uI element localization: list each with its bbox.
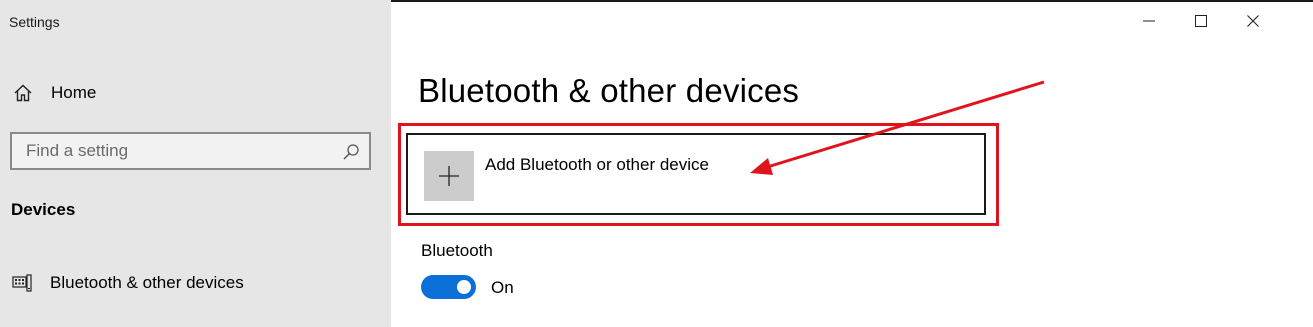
plus-icon (439, 166, 459, 186)
bluetooth-devices-icon (12, 273, 32, 293)
home-icon (13, 83, 33, 103)
maximize-button[interactable] (1181, 6, 1221, 36)
search-icon[interactable] (342, 143, 360, 161)
toggle-state-label: On (491, 278, 514, 297)
sidebar-item-bluetooth[interactable]: Bluetooth & other devices (0, 268, 391, 300)
sidebar-item-label: Home (51, 83, 97, 102)
toggle-knob (457, 280, 471, 294)
section-header: Devices (11, 200, 76, 219)
close-icon (1247, 15, 1259, 27)
bluetooth-label: Bluetooth (421, 241, 493, 260)
minimize-button[interactable] (1129, 6, 1169, 36)
sidebar: Settings Home Devices (0, 0, 391, 327)
page-title: Bluetooth & other devices (418, 72, 800, 109)
add-device-label: Add Bluetooth or other device (485, 155, 709, 174)
maximize-icon (1195, 15, 1207, 27)
bluetooth-toggle[interactable] (421, 275, 476, 299)
app-title: Settings (9, 14, 60, 30)
search-box[interactable] (10, 132, 371, 170)
close-button[interactable] (1233, 6, 1273, 36)
sidebar-item-label: Bluetooth & other devices (50, 273, 244, 292)
window-controls (1129, 0, 1313, 40)
minimize-icon (1143, 20, 1155, 22)
add-tile (424, 151, 474, 201)
sidebar-item-home[interactable]: Home (0, 78, 391, 108)
add-device-button[interactable]: Add Bluetooth or other device (406, 133, 986, 215)
search-input[interactable] (12, 134, 332, 168)
